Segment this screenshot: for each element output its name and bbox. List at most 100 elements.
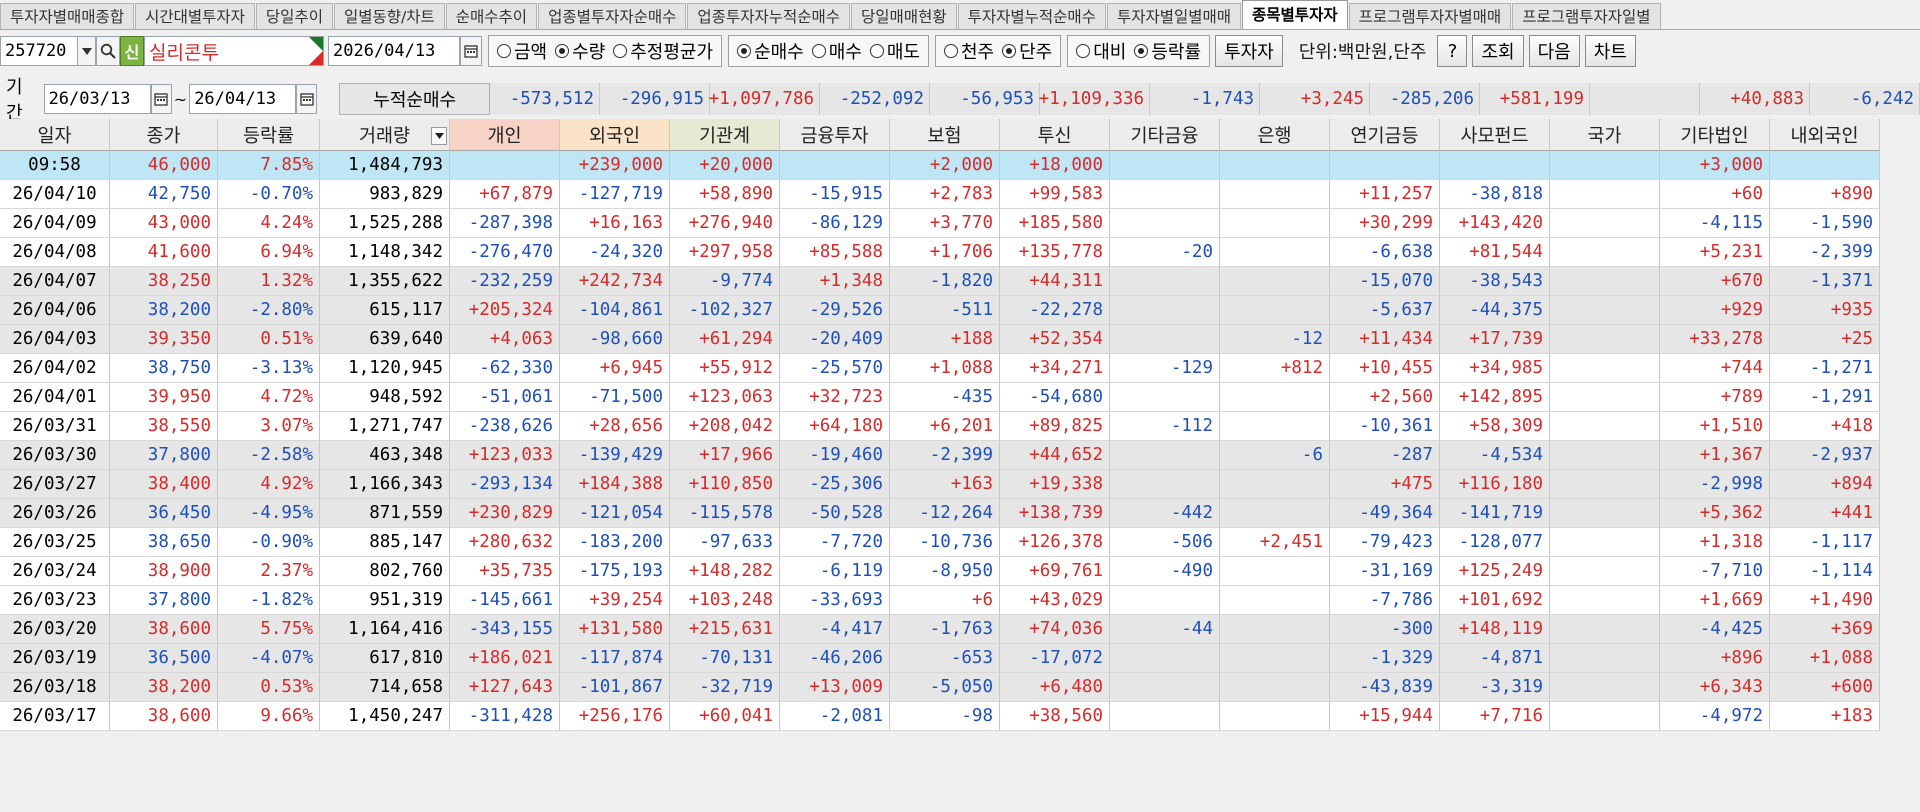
cell-은행 <box>1220 557 1330 586</box>
radio_group1-option-2[interactable]: 추정평균가 <box>613 38 713 64</box>
column-header-5[interactable]: 외국인 <box>560 119 670 151</box>
help-button[interactable]: ? <box>1437 35 1468 67</box>
cell-금융투자: -2,081 <box>780 702 890 731</box>
stock-code-dropdown[interactable] <box>78 36 96 66</box>
tab-11[interactable]: 프로그램투자자별매매 <box>1348 3 1512 29</box>
radio-dot[interactable] <box>944 44 958 58</box>
column-header-3[interactable]: 거래량 <box>320 119 450 151</box>
column-header-9[interactable]: 투신 <box>1000 119 1110 151</box>
table-row[interactable]: 26/04/01 39,950 4.72% 948,592 -51,061 -71,500… <box>0 383 1898 412</box>
tab-0[interactable]: 투자자별매매종합 <box>0 3 135 29</box>
chart-button[interactable]: 차트 <box>1584 35 1636 67</box>
cell-종가: 36,500 <box>110 644 218 673</box>
column-header-2[interactable]: 등락률 <box>218 119 320 151</box>
column-header-10[interactable]: 기타금융 <box>1110 119 1220 151</box>
radio-dot[interactable] <box>555 44 570 58</box>
column-header-12[interactable]: 연기금등 <box>1330 119 1440 151</box>
column-header-4[interactable]: 개인 <box>450 119 560 151</box>
period-from-calendar-button[interactable] <box>150 84 172 114</box>
column-header-7[interactable]: 금융투자 <box>780 119 890 151</box>
tab-7[interactable]: 당일매매현황 <box>851 3 957 29</box>
table-row[interactable]: 26/03/25 38,650 -0.90% 885,147 +280,632 -183,… <box>0 528 1898 557</box>
sort-down-icon[interactable] <box>431 127 447 145</box>
cell-기관계: -32,719 <box>670 673 780 702</box>
date-input[interactable]: 2026/04/13 <box>328 36 460 66</box>
column-header-16[interactable]: 내외국인 <box>1770 119 1880 151</box>
radio-dot[interactable] <box>737 44 752 58</box>
table-row[interactable]: 26/04/09 43,000 4.24% 1,525,288 -287,398 +16,… <box>0 209 1898 238</box>
period-to-calendar-button[interactable] <box>296 84 318 114</box>
column-header-8[interactable]: 보험 <box>890 119 1000 151</box>
table-row[interactable]: 26/04/07 38,250 1.32% 1,355,622 -232,259 +242… <box>0 267 1898 296</box>
cell-은행 <box>1220 383 1330 412</box>
table-row[interactable]: 26/04/10 42,750 -0.70% 983,829 +67,879 -127,7… <box>0 180 1898 209</box>
table-row[interactable]: 26/03/17 38,600 9.66% 1,450,247 -311,428 +256… <box>0 702 1898 731</box>
table-row[interactable]: 26/03/26 36,450 -4.95% 871,559 +230,829 -121,… <box>0 499 1898 528</box>
radio-dot[interactable] <box>613 44 628 58</box>
table-row[interactable]: 26/03/18 38,200 0.53% 714,658 +127,643 -101,8… <box>0 673 1898 702</box>
table-row[interactable]: 26/04/08 41,600 6.94% 1,148,342 -276,470 -24,… <box>0 238 1898 267</box>
cell-내외국인: +1,088 <box>1770 644 1880 673</box>
tab-12[interactable]: 프로그램투자자일별 <box>1512 3 1661 29</box>
column-header-0[interactable]: 일자 <box>0 119 110 151</box>
column-header-14[interactable]: 국가 <box>1550 119 1660 151</box>
table-row[interactable]: 26/03/31 38,550 3.07% 1,271,747 -238,626 +28,… <box>0 412 1898 441</box>
query-button[interactable]: 조회 <box>1472 35 1524 67</box>
table-row[interactable]: 26/03/27 38,400 4.92% 1,166,343 -293,134 +184… <box>0 470 1898 499</box>
investor-button[interactable]: 투자자 <box>1215 35 1283 67</box>
next-button[interactable]: 다음 <box>1528 35 1580 67</box>
table-row[interactable]: 26/04/06 38,200 -2.80% 615,117 +205,324 -104,… <box>0 296 1898 325</box>
radio_group2-option-0[interactable]: 순매수 <box>737 38 804 64</box>
tab-2[interactable]: 당일추이 <box>255 3 333 29</box>
table-row[interactable]: 26/04/02 38,750 -3.13% 1,120,945 -62,330 +6,9… <box>0 354 1898 383</box>
table-row[interactable]: 26/04/03 39,350 0.51% 639,640 +4,063 -98,660 +… <box>0 325 1898 354</box>
table-row[interactable]: 09:58 46,000 7.85% 1,484,793 +239,000 +20,000… <box>0 151 1898 180</box>
column-header-15[interactable]: 기타법인 <box>1660 119 1770 151</box>
cell-연기금등: -79,423 <box>1330 528 1440 557</box>
column-header-13[interactable]: 사모펀드 <box>1440 119 1550 151</box>
period-to-input[interactable]: 26/04/13 <box>189 84 297 114</box>
tab-6[interactable]: 업종투자자누적순매수 <box>687 3 851 29</box>
radio-dot[interactable] <box>869 44 884 58</box>
amount-type-radio-group: 금액 수량 추정평균가 <box>488 35 723 67</box>
radio_group3-option-1[interactable]: 단주 <box>1002 38 1052 64</box>
cell-기타법인: +670 <box>1660 267 1770 296</box>
cell-기타법인: +5,362 <box>1660 499 1770 528</box>
radio-dot[interactable] <box>497 44 511 58</box>
radio-dot[interactable] <box>1076 44 1091 58</box>
table-row[interactable]: 26/03/30 37,800 -2.58% 463,348 +123,033 -139,… <box>0 441 1898 470</box>
tab-3[interactable]: 일별동향/차트 <box>333 3 445 29</box>
stock-code-input[interactable]: 257720 <box>0 36 78 66</box>
column-header-label: 사모펀드 <box>1460 125 1529 147</box>
tab-5[interactable]: 업종별투자자순매수 <box>538 3 687 29</box>
column-header-6[interactable]: 기관계 <box>670 119 780 151</box>
cumulative-value-보험: -56,953 <box>930 83 1041 115</box>
radio_group2-option-1[interactable]: 매수 <box>811 38 862 64</box>
column-header-11[interactable]: 은행 <box>1220 119 1330 151</box>
radio_group2-option-2[interactable]: 매도 <box>869 38 920 64</box>
stock-search-button[interactable] <box>96 36 120 66</box>
radio-dot[interactable] <box>811 44 826 58</box>
radio_group1-option-1[interactable]: 수량 <box>555 38 605 64</box>
tab-8[interactable]: 투자자별누적순매수 <box>957 3 1106 29</box>
radio-dot[interactable] <box>1134 44 1149 58</box>
radio_group1-option-0[interactable]: 금액 <box>497 38 547 64</box>
cell-기타금융: -490 <box>1110 557 1220 586</box>
column-header-1[interactable]: 종가 <box>110 119 218 151</box>
radio_group4-option-0[interactable]: 대비 <box>1076 38 1126 64</box>
table-row[interactable]: 26/03/20 38,600 5.75% 1,164,416 -343,155 +131… <box>0 615 1898 644</box>
radio-dot[interactable] <box>1002 44 1017 58</box>
period-from-input[interactable]: 26/03/13 <box>43 84 151 114</box>
radio_group4-option-1[interactable]: 등락률 <box>1134 38 1201 64</box>
cell-금융투자: -46,206 <box>780 644 890 673</box>
tab-4[interactable]: 순매수추이 <box>445 3 538 29</box>
date-picker-button[interactable] <box>460 36 482 66</box>
table-row[interactable]: 26/03/19 36,500 -4.07% 617,810 +186,021 -117,… <box>0 644 1898 673</box>
tab-9[interactable]: 투자자별일별매매 <box>1106 3 1242 29</box>
radio_group3-option-0[interactable]: 천주 <box>944 38 994 64</box>
tab-10[interactable]: 종목별투자자 <box>1242 0 1348 29</box>
tab-1[interactable]: 시간대별투자자 <box>135 3 255 29</box>
table-row[interactable]: 26/03/24 38,900 2.37% 802,760 +35,735 -175,19… <box>0 557 1898 586</box>
cell-등락률: 9.66% <box>218 702 320 731</box>
table-row[interactable]: 26/03/23 37,800 -1.82% 951,319 -145,661 +39,2… <box>0 586 1898 615</box>
